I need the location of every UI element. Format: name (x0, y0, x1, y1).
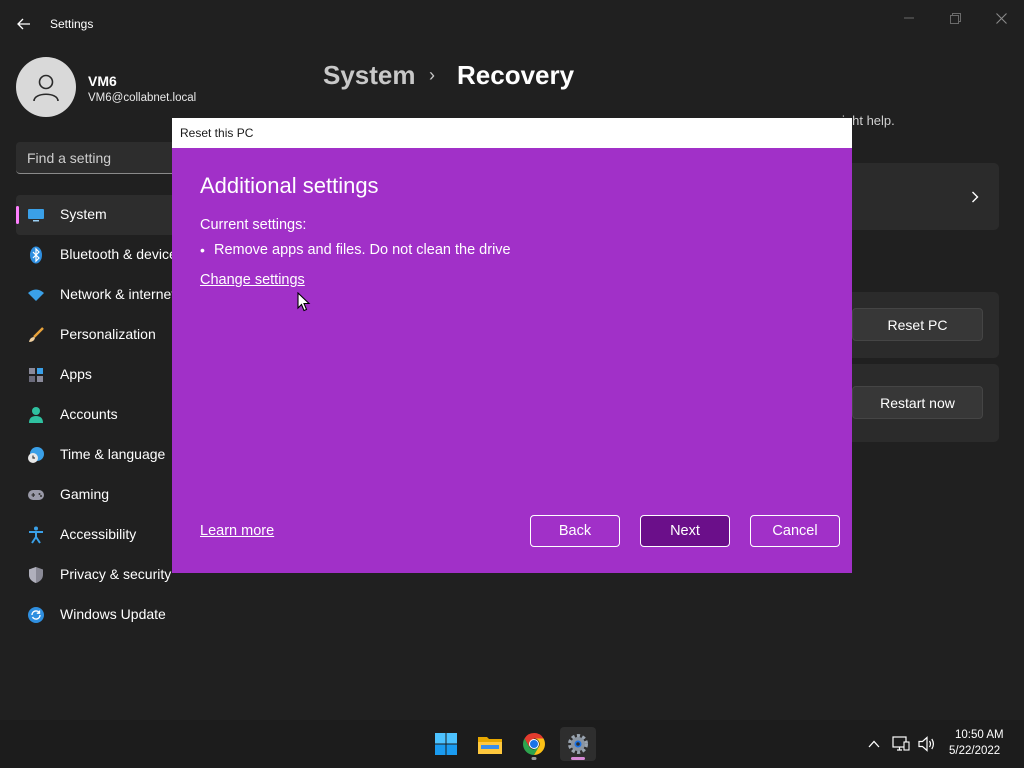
settings-icon (568, 734, 588, 754)
sidebar-item-label: Personalization (60, 326, 156, 342)
running-indicator (531, 757, 537, 760)
sidebar-item-label: Privacy & security (60, 566, 172, 582)
dialog-title-bar[interactable]: Reset this PC (172, 118, 852, 148)
sidebar-item-label: Time & language (60, 446, 166, 462)
brush-icon (26, 325, 46, 345)
breadcrumb-parent[interactable]: System (323, 60, 416, 91)
mouse-cursor-icon (297, 292, 311, 312)
restore-button[interactable] (937, 6, 973, 30)
taskbar (0, 720, 1024, 768)
start-button[interactable] (428, 727, 464, 761)
selection-indicator (16, 206, 19, 224)
clock-globe-icon (26, 445, 46, 465)
volume-tray-button[interactable] (917, 734, 937, 754)
monitor-icon (26, 205, 46, 225)
taskbar-chrome[interactable] (516, 727, 552, 761)
next-button[interactable]: Next (640, 515, 730, 547)
reset-pc-dialog: Reset this PC Additional settings Curren… (172, 118, 852, 573)
update-icon (26, 605, 46, 625)
learn-more-link[interactable]: Learn more (200, 523, 274, 539)
start-icon (435, 733, 457, 755)
wifi-icon (26, 285, 46, 305)
minimize-icon (904, 17, 914, 19)
show-hidden-icons-button[interactable] (864, 734, 884, 754)
change-settings-link[interactable]: Change settings (200, 272, 305, 288)
current-settings-label: Current settings: (200, 217, 307, 233)
chevron-up-icon (868, 740, 880, 748)
close-window-button[interactable] (983, 6, 1019, 30)
minimize-button[interactable] (891, 6, 927, 30)
dialog-title: Reset this PC (180, 126, 254, 140)
user-name: VM6 (88, 73, 117, 89)
network-tray-button[interactable] (891, 734, 911, 754)
close-icon (995, 12, 1007, 24)
file-explorer-icon (478, 737, 502, 754)
shield-icon (26, 565, 46, 585)
sidebar-item-label: Accounts (60, 406, 118, 422)
sidebar-item-label: Windows Update (60, 606, 166, 622)
sidebar-item-label: Accessibility (60, 526, 137, 542)
chrome-icon (523, 733, 545, 755)
user-email: VM6@collabnet.local (88, 92, 197, 104)
app-title: Settings (50, 17, 94, 31)
bluetooth-icon (26, 245, 46, 265)
sidebar-item-label: Apps (60, 366, 92, 382)
cancel-button[interactable]: Cancel (750, 515, 840, 547)
title-bar: Settings (0, 0, 1024, 48)
breadcrumb-separator: › (429, 65, 435, 85)
apps-icon (26, 365, 46, 385)
page-title: Recovery (457, 60, 575, 90)
accessibility-icon (26, 525, 46, 545)
taskbar-file-explorer[interactable] (472, 727, 508, 761)
gamepad-icon (26, 485, 46, 505)
search-placeholder: Find a setting (27, 150, 112, 166)
bullet-point: • (200, 242, 205, 258)
sidebar-item-label: Network & internet (60, 286, 176, 302)
avatar[interactable] (16, 57, 76, 117)
reset-pc-button[interactable]: Reset PC (852, 308, 983, 341)
taskbar-clock-date[interactable]: 5/22/2022 (949, 745, 1000, 757)
dialog-heading: Additional settings (200, 173, 379, 198)
restore-icon (949, 12, 961, 24)
restart-now-button[interactable]: Restart now (852, 386, 983, 419)
back-button[interactable] (12, 12, 36, 36)
sidebar-item-label: Bluetooth & devices (60, 246, 184, 262)
active-indicator (571, 757, 585, 760)
account-icon (26, 405, 46, 425)
arrow-left-icon (17, 18, 30, 30)
taskbar-clock-time[interactable]: 10:50 AM (955, 729, 1004, 741)
taskbar-settings[interactable] (560, 727, 596, 761)
person-icon (33, 74, 59, 102)
chevron-right-icon (972, 191, 979, 203)
network-icon (892, 736, 910, 751)
sidebar-item-label: System (60, 206, 107, 222)
current-settings-value: Remove apps and files. Do not clean the … (214, 242, 511, 258)
sidebar-item-label: Gaming (60, 486, 110, 502)
back-dialog-button[interactable]: Back (530, 515, 620, 547)
sidebar-item-windows-update[interactable]: Windows Update (16, 595, 296, 635)
volume-icon (918, 736, 934, 752)
